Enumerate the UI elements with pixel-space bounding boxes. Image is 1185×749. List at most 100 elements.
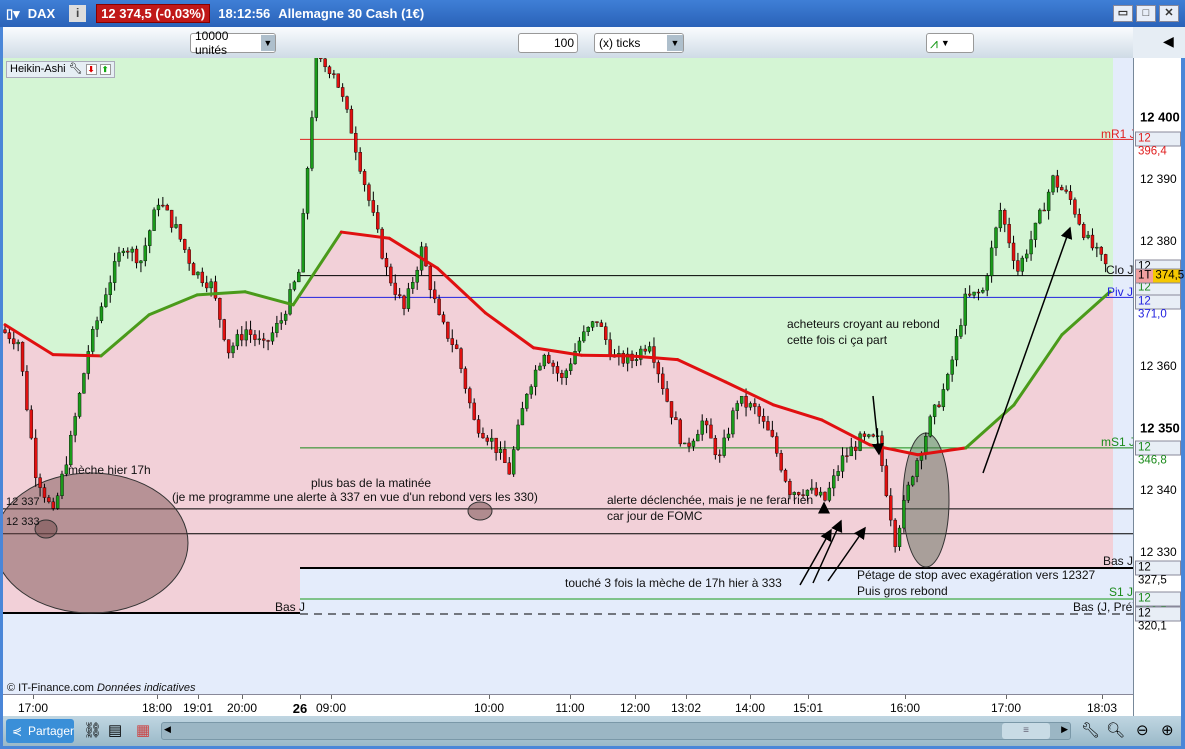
time-tick-label: 20:00 bbox=[226, 701, 258, 715]
candle bbox=[906, 481, 910, 503]
candle bbox=[783, 468, 788, 483]
link-icon[interactable]: ⛓ bbox=[83, 721, 102, 739]
title-bar: ▯▾ DAX i 12 374,5 (-0,03%) 18:12:56 Alle… bbox=[0, 0, 1185, 27]
candle-body bbox=[169, 209, 174, 228]
candle bbox=[314, 49, 319, 122]
time-tick bbox=[635, 695, 636, 699]
candle-body bbox=[191, 263, 196, 276]
candle-body bbox=[332, 73, 336, 75]
zoom-fit-icon[interactable]: 🔍︎ bbox=[1106, 721, 1125, 739]
candle-body bbox=[47, 497, 51, 503]
scroll-thumb[interactable]: ≡ bbox=[1002, 723, 1050, 739]
chart-toolbar: 10000 unités ▼ 100 (x) ticks ▼ ⩘ ▼ bbox=[3, 27, 1133, 58]
minimize-button[interactable]: ▭ bbox=[1113, 5, 1133, 22]
candle-body bbox=[709, 424, 713, 439]
indicator-label[interactable]: Heikin-Ashi 🔧︎ ⬇ ⬆ bbox=[6, 61, 115, 78]
candle-body bbox=[582, 331, 586, 342]
annotation-rebound: Puis gros rebond bbox=[857, 584, 948, 598]
price-badge: 12 374,5 (-0,03%) bbox=[96, 4, 211, 23]
candle-body bbox=[994, 227, 998, 249]
time-tick bbox=[331, 695, 332, 699]
candle-body bbox=[20, 341, 25, 372]
candle-body bbox=[542, 354, 547, 367]
candle-body bbox=[731, 410, 735, 435]
collapse-panel-icon[interactable]: ◀ bbox=[1163, 33, 1174, 50]
candle bbox=[305, 166, 310, 220]
chart-settings-icon[interactable]: 🔧︎ bbox=[1081, 721, 1100, 739]
orderbook-icon[interactable]: ▦ bbox=[136, 721, 150, 739]
candle-body bbox=[161, 204, 165, 207]
candle-body bbox=[297, 271, 301, 283]
candle-body bbox=[156, 204, 161, 211]
candle-body bbox=[665, 388, 669, 402]
candle bbox=[682, 442, 687, 445]
candle-body bbox=[38, 477, 42, 488]
candle-body bbox=[1060, 187, 1064, 191]
candle-body bbox=[932, 404, 937, 417]
candle-body bbox=[661, 373, 665, 389]
share-icon: ⋞ bbox=[12, 724, 23, 738]
price-tick-label: 12 400 bbox=[1140, 109, 1180, 125]
current-price-box: 1T 374,5 bbox=[1135, 268, 1185, 284]
candle-body bbox=[713, 437, 718, 456]
candle-body bbox=[726, 433, 731, 439]
time-tick-label: 10:00 bbox=[473, 701, 505, 715]
share-button[interactable]: ⋞ Partager bbox=[6, 719, 74, 743]
units-select[interactable]: 10000 unités ▼ bbox=[190, 29, 276, 57]
zoom-out-icon[interactable]: ⊖ bbox=[1136, 721, 1149, 739]
chevron-down-icon[interactable]: ▼ bbox=[260, 35, 275, 51]
close-button[interactable]: ✕ bbox=[1159, 5, 1179, 22]
chart-canvas[interactable] bbox=[0, 49, 1133, 694]
candle-body bbox=[371, 200, 376, 213]
time-tick bbox=[33, 695, 34, 699]
units-value: 10000 unités bbox=[195, 29, 229, 57]
chart-style-button[interactable]: ⩘ ▼ bbox=[926, 33, 974, 53]
horizontal-scrollbar[interactable]: ◀ ≡ ▶ bbox=[161, 722, 1071, 740]
candle-body bbox=[433, 289, 437, 300]
candle-body bbox=[459, 348, 463, 369]
candle-body bbox=[1099, 246, 1103, 255]
candle-body bbox=[889, 495, 893, 521]
price-axis[interactable]: 12 400 12 390 12 380 12 360 12 350 12 340 12 3… bbox=[1133, 58, 1185, 716]
candle-body bbox=[810, 487, 814, 491]
level-label-ms1: mS1 J bbox=[1101, 435, 1136, 449]
candle-body bbox=[590, 321, 595, 328]
candle-body bbox=[849, 446, 853, 457]
move-up-icon[interactable]: ⬆ bbox=[99, 64, 111, 75]
scroll-left-icon[interactable]: ◀ bbox=[164, 724, 171, 735]
wrench-icon[interactable]: 🔧︎ bbox=[69, 62, 83, 77]
candle-body bbox=[90, 329, 95, 352]
candle-body bbox=[608, 339, 612, 357]
level-label-clo: Clo J bbox=[1106, 263, 1134, 277]
chevron-down-icon[interactable]: ▼ bbox=[667, 35, 683, 51]
current-price: 374,5 bbox=[1155, 269, 1185, 282]
symbol-label[interactable]: DAX bbox=[28, 6, 55, 21]
time-tick bbox=[300, 695, 301, 699]
ticks-unit-select[interactable]: (x) ticks ▼ bbox=[594, 33, 684, 53]
move-down-icon[interactable]: ⬇ bbox=[85, 64, 97, 75]
candle-body bbox=[880, 435, 884, 466]
list-icon[interactable]: ▤ bbox=[108, 721, 122, 739]
time-axis[interactable]: 17:00 18:00 19:01 20:00 26 09:00 10:00 11:00 12:… bbox=[3, 694, 1133, 716]
maximize-button[interactable]: □ bbox=[1136, 5, 1156, 22]
candle-body bbox=[279, 320, 283, 324]
candle-body bbox=[213, 281, 218, 299]
instrument-description: Allemagne 30 Cash (1€) bbox=[278, 6, 425, 21]
candle-body bbox=[967, 293, 972, 296]
candlestick-icon[interactable]: ▯▾ bbox=[6, 6, 20, 22]
info-icon[interactable]: i bbox=[69, 5, 87, 22]
candle-body bbox=[937, 404, 941, 408]
candle bbox=[60, 470, 64, 500]
candle-body bbox=[722, 437, 726, 456]
candle-body bbox=[345, 96, 349, 110]
candle-body bbox=[319, 55, 323, 60]
candle-body bbox=[924, 435, 928, 454]
chevron-down-icon[interactable]: ▼ bbox=[941, 38, 950, 48]
ticks-input[interactable]: 100 bbox=[518, 33, 578, 53]
scroll-right-icon[interactable]: ▶ bbox=[1061, 724, 1068, 735]
time-tick-label: 19:01 bbox=[182, 701, 214, 715]
price-chart[interactable] bbox=[0, 49, 1133, 694]
zoom-in-icon[interactable]: ⊕ bbox=[1161, 721, 1174, 739]
candle-body bbox=[547, 354, 551, 364]
candle-body bbox=[560, 372, 564, 378]
